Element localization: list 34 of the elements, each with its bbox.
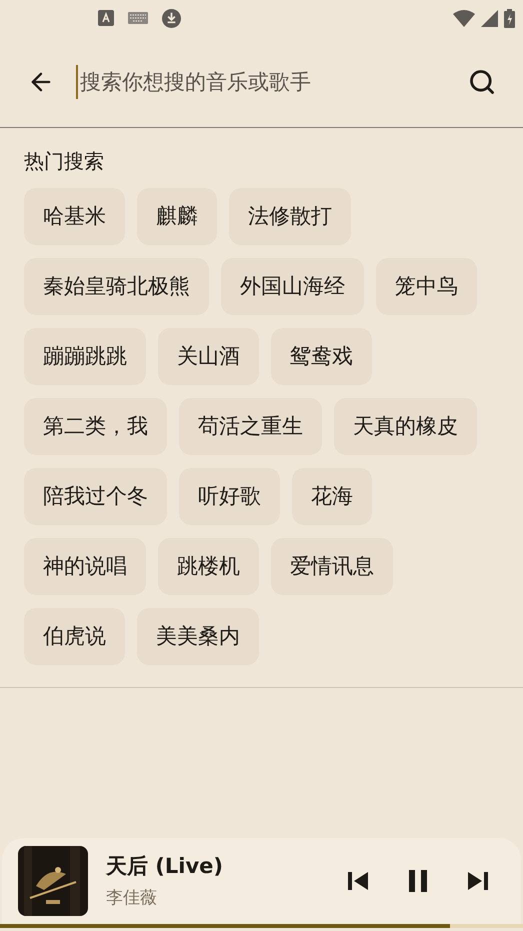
section-title: 热门搜索: [24, 148, 105, 175]
search-tag[interactable]: 苟活之重生: [179, 398, 322, 455]
search-tag[interactable]: 麒麟: [137, 188, 217, 245]
next-icon: [468, 872, 488, 890]
battery-icon: [504, 8, 515, 28]
search-tag[interactable]: 天真的橡皮: [334, 398, 477, 455]
search-tag[interactable]: 听好歌: [179, 468, 280, 525]
search-tag[interactable]: 神的说唱: [24, 538, 146, 595]
artist-name: 李佳薇: [106, 887, 158, 910]
search-tag[interactable]: 第二类，我: [24, 398, 167, 455]
download-icon: [162, 8, 181, 28]
keyboard-icon: [128, 12, 148, 24]
search-tag[interactable]: 哈基米: [24, 188, 125, 245]
previous-icon: [348, 872, 368, 890]
search-tag[interactable]: 关山酒: [158, 328, 259, 385]
mini-player[interactable]: 天后 (Live) 李佳薇: [2, 838, 521, 924]
search-tag[interactable]: 跳楼机: [158, 538, 259, 595]
search-tag[interactable]: 美美桑内: [137, 608, 259, 665]
search-tag[interactable]: 秦始皇骑北极熊: [24, 258, 209, 315]
search-tag[interactable]: 外国山海经: [221, 258, 364, 315]
wifi-icon: [453, 10, 475, 26]
search-tag[interactable]: 花海: [292, 468, 372, 525]
text-input-icon: [98, 10, 114, 26]
search-tag[interactable]: 法修散打: [229, 188, 351, 245]
search-tag[interactable]: 伯虎说: [24, 608, 125, 665]
search-field[interactable]: 搜索你想搜的音乐或歌手: [76, 64, 465, 98]
search-tag[interactable]: 鸳鸯戏: [271, 328, 372, 385]
search-tag[interactable]: 蹦蹦跳跳: [24, 328, 146, 385]
song-title: 天后 (Live): [106, 852, 224, 880]
search-tag[interactable]: 笼中鸟: [376, 258, 477, 315]
search-tag[interactable]: 陪我过个冬: [24, 468, 167, 525]
search-icon: [468, 68, 496, 96]
signal-icon: [481, 10, 498, 26]
search-tag[interactable]: 爱情讯息: [271, 538, 393, 595]
